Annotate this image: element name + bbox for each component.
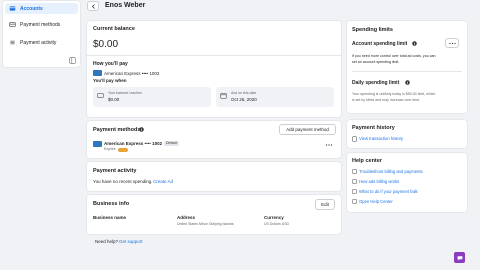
- chat-icon: [457, 255, 462, 260]
- address-label: Address: [177, 215, 196, 220]
- business-name-label: Business name: [93, 215, 127, 220]
- account-limit-options-button[interactable]: [445, 38, 459, 48]
- back-button[interactable]: [87, 1, 99, 11]
- info-icon: [139, 127, 144, 132]
- list-icon: [9, 39, 16, 46]
- expiry-label: Expires: [104, 147, 116, 151]
- daily-limit-desc: Your spending is unlikely today is $50.0…: [352, 92, 436, 96]
- help-link[interactable]: Open Help Center: [359, 199, 393, 204]
- currency-label: Currency: [264, 215, 284, 220]
- payment-methods-card: Payment methods Add payment method Ameri…: [87, 121, 341, 158]
- help-link[interactable]: Troubleshoot billing and payments: [359, 169, 423, 174]
- help-link-icon: [352, 169, 357, 174]
- section-title: Spending limits: [352, 27, 393, 33]
- section-title: Help center: [352, 158, 382, 164]
- card-icon: [9, 21, 16, 28]
- sidebar-item-label: Payment methods: [20, 22, 61, 28]
- help-link[interactable]: How ads billing works: [359, 179, 399, 184]
- payment-activity-card: Payment activity You have no recent spen…: [87, 162, 341, 191]
- address-value: United States Minor Outlying Islands: [177, 222, 234, 226]
- date-label: And on this date: [231, 91, 257, 95]
- balance-reaches-label: Your balance reaches: [108, 91, 142, 95]
- wallet-icon: [97, 92, 104, 99]
- calendar-icon: [220, 92, 227, 99]
- balance-amount: $0.00: [93, 39, 119, 50]
- help-link-icon: [352, 179, 357, 184]
- spending-limits-card: Spending limits Account spending limit I…: [347, 21, 467, 113]
- current-balance-card: Current balance $0.00 How you'll pay Ame…: [87, 21, 341, 117]
- how-youll-pay-label: How you'll pay: [93, 61, 128, 67]
- daily-limit-desc: is set by Meta and may increase over tim…: [352, 98, 421, 102]
- amex-card-icon: [93, 141, 102, 147]
- youll-pay-when-label: You'll pay when: [93, 78, 127, 83]
- document-icon: [352, 136, 357, 142]
- card-label: American Express •••• 1002: [104, 71, 160, 76]
- info-icon: [412, 41, 417, 46]
- section-title: Payment activity: [93, 168, 137, 174]
- button-label: Add payment method: [286, 127, 329, 132]
- feedback-button[interactable]: [454, 252, 465, 263]
- view-history-link[interactable]: View transaction history: [359, 136, 403, 141]
- button-label: Edit: [321, 202, 329, 207]
- balance-reaches-value: $0.00: [108, 97, 120, 102]
- default-badge: Default: [164, 141, 180, 146]
- payment-history-card: Payment history View transaction history: [347, 120, 467, 148]
- help-link[interactable]: What to do if your payment fails: [359, 189, 418, 194]
- page-title: Enos Weber: [105, 2, 146, 9]
- amex-card-icon: [93, 70, 102, 76]
- more-options-icon: [448, 42, 456, 44]
- add-payment-method-button[interactable]: Add payment method: [279, 124, 336, 135]
- section-title: Current balance: [93, 26, 135, 32]
- create-ad-link[interactable]: Create Ad: [153, 179, 173, 184]
- date-box: And on this date Oct 26, 2020: [216, 87, 334, 107]
- sidebar-item-payment-activity[interactable]: Payment activity: [5, 37, 78, 48]
- section-title: Business info: [93, 201, 130, 207]
- card-label: American Express •••• 1002: [104, 141, 163, 146]
- help-link-icon: [352, 199, 357, 204]
- need-help-text: Need help?: [95, 239, 119, 244]
- no-spending-text: You have no recent spending.: [93, 179, 153, 184]
- redacted-mark: [118, 148, 128, 152]
- edit-button[interactable]: Edit: [315, 199, 335, 210]
- accounts-icon: [9, 5, 16, 12]
- account-limit-desc: set an account spending limit.: [352, 60, 400, 64]
- help-link-icon: [352, 189, 357, 194]
- date-value: Oct 26, 2020: [231, 97, 257, 102]
- collapse-icon[interactable]: [69, 57, 76, 64]
- help-center-card: Help center Troubleshoot billing and pay…: [347, 153, 467, 212]
- sidebar-item-label: Accounts: [20, 6, 43, 12]
- threshold-box: Your balance reaches $0.00: [93, 87, 211, 107]
- sidebar-item-payment-methods[interactable]: Payment methods: [5, 19, 78, 30]
- daily-limit-title: Daily spending limit: [352, 80, 400, 86]
- business-info-card: Business info Edit Business name Address…: [87, 195, 341, 234]
- get-support-link[interactable]: Get support: [119, 239, 143, 244]
- sidebar-item-accounts[interactable]: Accounts: [5, 3, 78, 14]
- section-title: Payment methods: [93, 127, 141, 133]
- account-limit-title: Account spending limit: [352, 41, 408, 47]
- account-limit-desc: If you need more control over total ad c…: [352, 54, 436, 58]
- sidebar: Accounts Payment methods Payment activit…: [3, 1, 80, 67]
- section-title: Payment history: [352, 125, 395, 131]
- more-options-icon[interactable]: [325, 143, 333, 147]
- back-arrow-icon: [91, 3, 95, 9]
- info-icon: [405, 80, 410, 85]
- sidebar-item-label: Payment activity: [20, 40, 57, 46]
- currency-value: US Dollars USD: [264, 222, 290, 226]
